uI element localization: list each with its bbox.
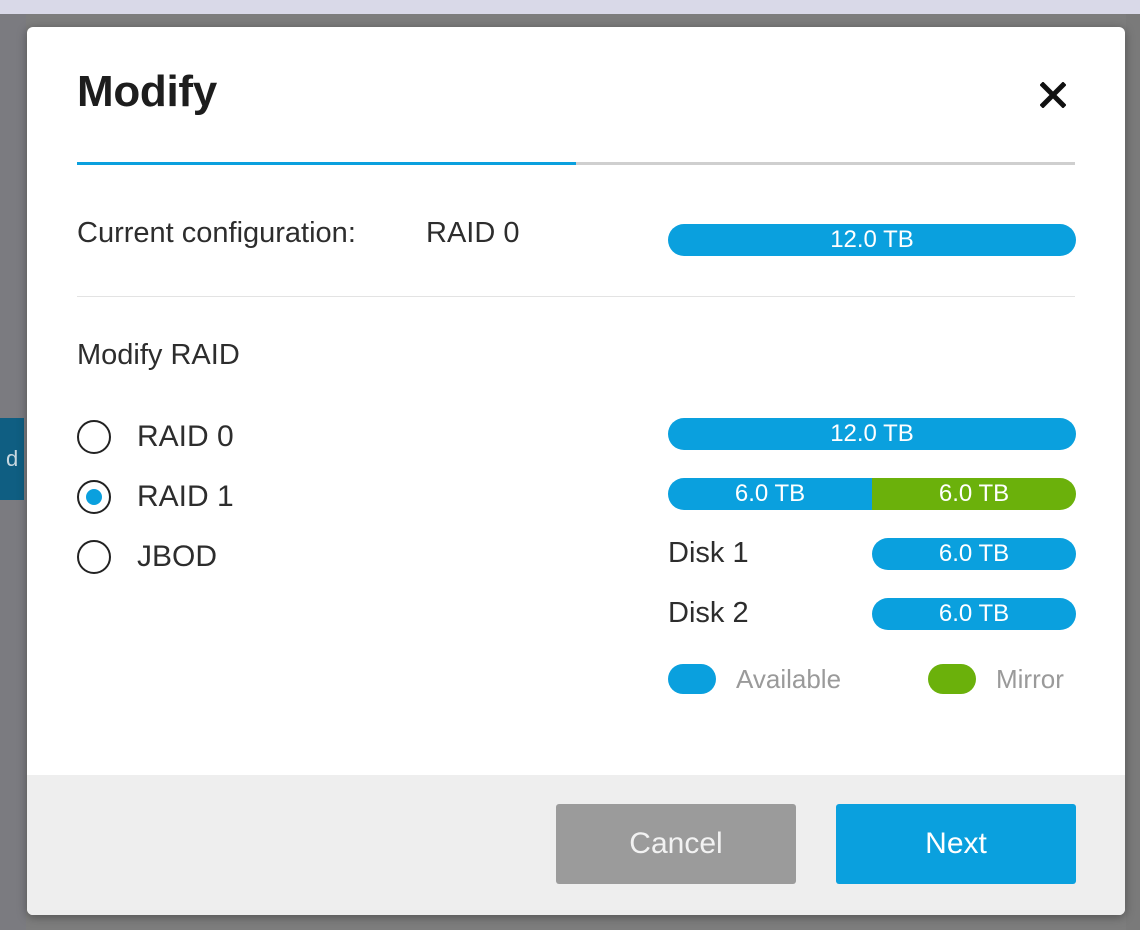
- disk-1-label: Disk 1: [668, 537, 749, 569]
- cancel-button[interactable]: Cancel: [556, 804, 796, 884]
- current-configuration-label: Current configuration:: [77, 217, 356, 249]
- preview-total-label: 12.0 TB: [668, 418, 1076, 450]
- background-header: [0, 0, 1140, 14]
- disk-1-bar: 6.0 TB: [872, 538, 1076, 570]
- current-capacity-label: 12.0 TB: [668, 224, 1076, 256]
- radio-button[interactable]: [77, 480, 111, 514]
- modify-raid-heading: Modify RAID: [77, 339, 240, 371]
- dialog-title: Modify: [77, 67, 217, 116]
- legend-available-swatch: [668, 664, 716, 694]
- preview-split-bar: 6.0 TB 6.0 TB: [668, 478, 1076, 510]
- radio-button[interactable]: [77, 420, 111, 454]
- background-right-panel: [1126, 14, 1140, 930]
- current-configuration-value: RAID 0: [426, 217, 520, 249]
- disk-2-capacity: 6.0 TB: [872, 598, 1076, 630]
- radio-label: RAID 0: [137, 420, 234, 453]
- radio-raid1[interactable]: RAID 1: [77, 477, 234, 517]
- step-progress-fill: [77, 162, 576, 165]
- close-button[interactable]: [1033, 75, 1073, 115]
- disk-1-capacity: 6.0 TB: [872, 538, 1076, 570]
- current-capacity-bar: 12.0 TB: [668, 224, 1076, 256]
- step-progress-track: [77, 162, 1075, 165]
- preview-total-bar: 12.0 TB: [668, 418, 1076, 450]
- close-icon: [1040, 82, 1066, 108]
- preview-available-segment: 6.0 TB: [668, 478, 872, 510]
- disk-2-label: Disk 2: [668, 597, 749, 629]
- radio-raid0[interactable]: RAID 0: [77, 417, 234, 457]
- modify-dialog: Modify Current configuration: RAID 0 12.…: [27, 27, 1125, 915]
- radio-label: JBOD: [137, 540, 218, 573]
- radio-jbod[interactable]: JBOD: [77, 537, 217, 577]
- legend-available-label: Available: [736, 664, 842, 694]
- preview-mirror-segment: 6.0 TB: [872, 478, 1076, 510]
- dialog-footer: Cancel Next: [27, 775, 1125, 915]
- background-tab: d: [0, 418, 24, 500]
- legend-mirror-label: Mirror: [996, 664, 1064, 694]
- disk-2-bar: 6.0 TB: [872, 598, 1076, 630]
- section-divider: [77, 296, 1075, 297]
- radio-button[interactable]: [77, 540, 111, 574]
- next-button[interactable]: Next: [836, 804, 1076, 884]
- radio-selected-dot: [86, 489, 102, 505]
- legend-mirror-swatch: [928, 664, 976, 694]
- radio-label: RAID 1: [137, 480, 234, 513]
